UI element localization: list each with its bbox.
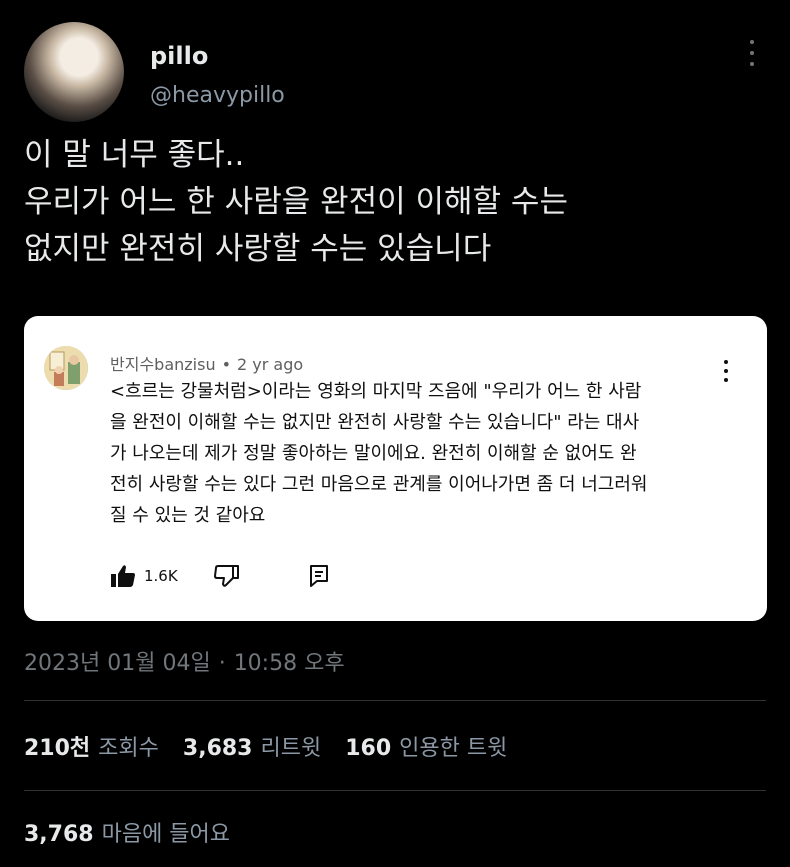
tweet-text: 이 말 너무 좋다.. 우리가 어느 한 사람을 완전이 이해할 수는 없지만 …: [24, 132, 764, 273]
comment-meta: 반지수banzisu • 2 yr ago: [110, 351, 303, 375]
likes-label: 마음에 들어요: [101, 822, 231, 847]
user-handle[interactable]: @heavypillo: [150, 83, 285, 108]
comment-reply: [308, 564, 330, 588]
quotes-label: 인용한 트윗: [399, 736, 508, 761]
comment-avatar: [44, 346, 88, 390]
avatar[interactable]: [24, 22, 124, 122]
views-label: 조회수: [98, 736, 159, 761]
retweets-count: 3,683: [182, 736, 253, 761]
timestamp-time: 10:58 오후: [233, 651, 345, 676]
divider: [24, 790, 766, 791]
thumbs-down-icon: [213, 565, 239, 587]
like-count: 1.6K: [144, 567, 178, 585]
quotes-count: 160: [345, 736, 392, 761]
comment-author: 반지수banzisu: [110, 355, 216, 374]
comment-text-line: 가 나오는데 제가 정말 좋아하는 말이에요. 완전히 이해할 순 없어도 완: [110, 443, 637, 464]
divider: [24, 700, 766, 701]
reply-icon: [309, 565, 328, 587]
display-name[interactable]: pillo: [150, 42, 208, 70]
more-icon-dot: [750, 51, 754, 55]
retweets-stat[interactable]: 3,683 리트윗: [183, 730, 321, 762]
thumbs-up-icon: [111, 565, 135, 587]
tweet-timestamp[interactable]: 2023년 01월 04일 · 10:58 오후: [24, 645, 345, 677]
comment-meta-separator: •: [221, 355, 232, 374]
comment-text-line: <흐르는 강물처럼>이라는 영화의 마지막 즈음에 "우리가 어느 한 사람: [110, 381, 642, 402]
comment-dislike: [213, 564, 240, 588]
comment-text-line: 전히 사랑할 수는 있다 그런 마음으로 관계를 이어나가면 좀 더 너그러워: [110, 474, 648, 495]
likes-stat[interactable]: 3,768 마음에 들어요: [24, 816, 230, 848]
retweets-label: 리트윗: [260, 736, 322, 761]
comment-like: 1.6K: [110, 564, 178, 588]
comment-text-line: 질 수 있는 것 같아요: [110, 505, 266, 526]
tweet-stats: 210천 조회수 3,683 리트윗 160 인용한 트윗: [24, 730, 531, 762]
more-vertical-icon-dot: [724, 360, 728, 364]
more-vertical-icon-dot: [724, 369, 728, 373]
comment-actions: 1.6K: [110, 562, 330, 590]
comment-text-line: 을 완전이 이해할 수는 없지만 완전히 사랑할 수는 있습니다" 라는 대사: [110, 412, 640, 433]
timestamp-date: 2023년 01월 04일: [24, 651, 211, 676]
more-icon-dot: [750, 62, 754, 66]
comment-text: <흐르는 강물처럼>이라는 영화의 마지막 즈음에 "우리가 어느 한 사람 을…: [110, 376, 732, 531]
views-count: 210천: [24, 736, 91, 761]
tweet-text-line: 이 말 너무 좋다..: [24, 137, 245, 173]
quotes-stat[interactable]: 160 인용한 트윗: [345, 730, 507, 762]
timestamp-separator: ·: [218, 651, 226, 676]
comment-age: 2 yr ago: [237, 355, 304, 374]
more-options-button[interactable]: [742, 38, 762, 68]
more-icon-dot: [750, 40, 754, 44]
views-stat: 210천 조회수: [24, 730, 159, 762]
likes-count: 3,768: [24, 822, 94, 847]
tweet-text-line: 우리가 어느 한 사람을 완전이 이해할 수는: [24, 184, 568, 220]
embedded-comment-image[interactable]: 반지수banzisu • 2 yr ago <흐르는 강물처럼>이라는 영화의 마지…: [24, 316, 767, 621]
comment-avatar-illustration: [44, 346, 88, 390]
tweet-text-line: 없지만 완전히 사랑할 수는 있습니다: [24, 231, 492, 267]
